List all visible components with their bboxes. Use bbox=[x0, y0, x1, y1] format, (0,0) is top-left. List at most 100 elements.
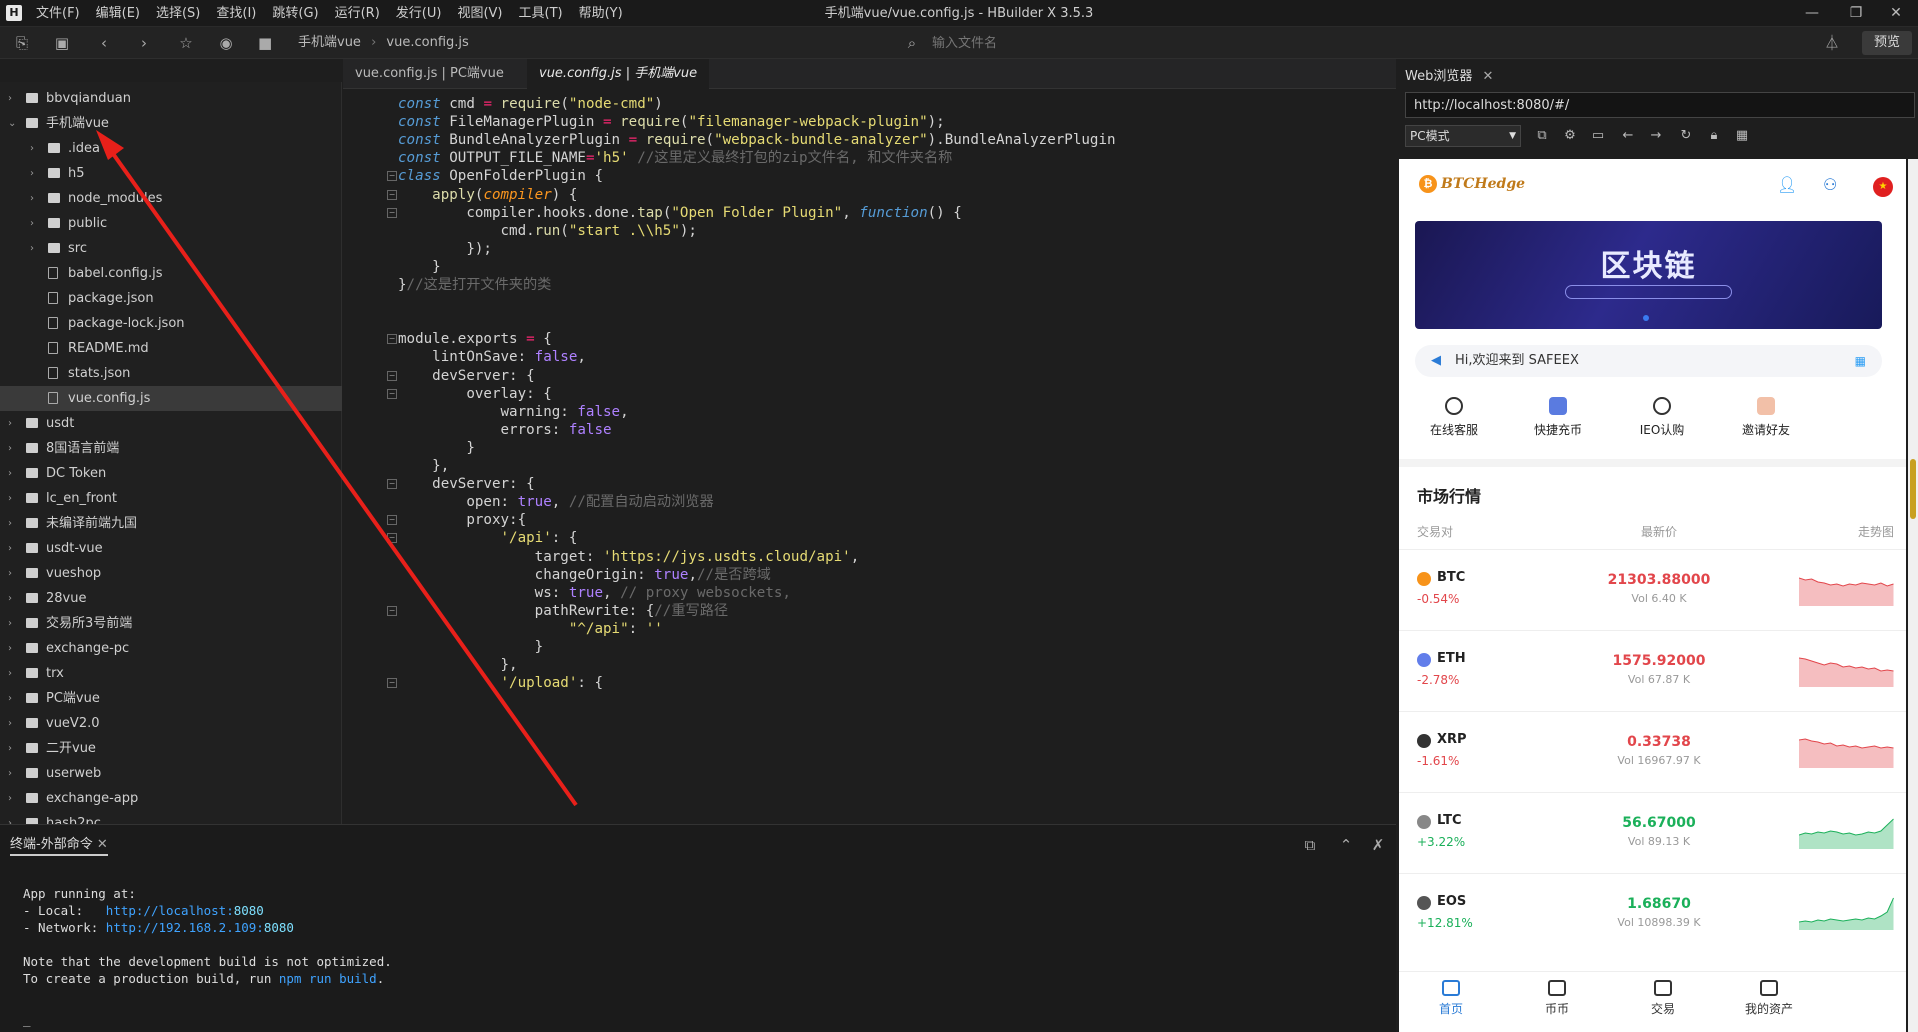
network-url-link[interactable]: http://192.168.2.109:8080 bbox=[106, 920, 294, 935]
user-icon[interactable]: 👤︎ bbox=[1777, 175, 1797, 195]
chevron-right-icon[interactable]: › bbox=[8, 761, 18, 786]
tree-item[interactable]: › 交易所3号前端 bbox=[0, 611, 342, 636]
chevron-right-icon[interactable]: › bbox=[8, 461, 18, 486]
chevron-down-icon[interactable]: ⌄ bbox=[8, 111, 18, 136]
tree-item[interactable]: babel.config.js bbox=[0, 261, 342, 286]
account-icon[interactable]: ⚇ bbox=[1823, 175, 1843, 195]
code-line[interactable]: '/upload': { bbox=[398, 674, 604, 692]
code-line[interactable]: ws: true, // proxy websockets, bbox=[398, 584, 791, 602]
forward-arrow-icon[interactable]: → bbox=[1647, 127, 1665, 145]
code-line[interactable]: } bbox=[398, 439, 475, 457]
new-file-icon[interactable]: ⎘ bbox=[12, 33, 32, 53]
market-row[interactable]: EOS +12.81% 1.68670 Vol 10898.39 K bbox=[1399, 873, 1906, 954]
menu-goto[interactable]: 跳转(G) bbox=[264, 0, 326, 27]
code-line[interactable]: "^/api": '' bbox=[398, 620, 663, 638]
back-arrow-icon[interactable]: ← bbox=[1619, 127, 1637, 145]
grid-icon[interactable]: ▦ bbox=[1855, 345, 1866, 377]
code-line[interactable]: const BundleAnalyzerPlugin = require("we… bbox=[398, 131, 1116, 149]
browser-tab[interactable]: Web浏览器 ✕ bbox=[1405, 65, 1493, 84]
fold-icon[interactable]: − bbox=[387, 171, 397, 182]
tree-item[interactable]: › exchange-pc bbox=[0, 636, 342, 661]
star-icon[interactable]: ☆ bbox=[176, 33, 196, 53]
breadcrumb-file[interactable]: vue.config.js bbox=[386, 35, 468, 50]
code-line[interactable]: apply(compiler) { bbox=[398, 186, 577, 204]
nav-trade[interactable]: 交易 bbox=[1613, 980, 1713, 1017]
settings-icon[interactable]: ⚙ bbox=[1561, 127, 1579, 145]
chevron-right-icon[interactable]: › bbox=[30, 136, 40, 161]
chevron-right-icon[interactable]: › bbox=[8, 636, 18, 661]
tree-item[interactable]: › 8国语言前端 bbox=[0, 436, 342, 461]
close-terminal-icon[interactable]: ✕ bbox=[97, 837, 108, 852]
market-row[interactable]: ETH -2.78% 1575.92000 Vol 67.87 K bbox=[1399, 630, 1906, 711]
chevron-right-icon[interactable]: › bbox=[30, 211, 40, 236]
tree-item[interactable]: › h5 bbox=[0, 161, 342, 186]
code-line[interactable]: class OpenFolderPlugin { bbox=[398, 167, 603, 185]
code-line[interactable]: devServer: { bbox=[398, 475, 535, 493]
preview-scrollbar-thumb[interactable] bbox=[1910, 459, 1916, 519]
preview-scrollbar-track[interactable] bbox=[1908, 159, 1918, 1032]
tree-item[interactable]: › 二开vue bbox=[0, 736, 342, 761]
tree-item[interactable]: › usdt bbox=[0, 411, 342, 436]
code-line[interactable]: devServer: { bbox=[398, 367, 535, 385]
menu-help[interactable]: 帮助(Y) bbox=[571, 0, 631, 27]
chevron-right-icon[interactable]: › bbox=[30, 236, 40, 261]
market-row[interactable]: LTC +3.22% 56.67000 Vol 89.13 K bbox=[1399, 792, 1906, 873]
code-line[interactable]: '/api': { bbox=[398, 529, 578, 547]
menu-run[interactable]: 运行(R) bbox=[327, 0, 388, 27]
code-line[interactable]: open: true, //配置自动启动浏览器 bbox=[398, 493, 713, 511]
code-line[interactable]: target: 'https://jys.usdts.cloud/api', bbox=[398, 548, 860, 566]
file-search-input[interactable] bbox=[900, 31, 1600, 55]
mode-select[interactable]: PC模式 ▼ bbox=[1405, 125, 1521, 147]
clear-terminal-icon[interactable]: ✗ bbox=[1368, 835, 1388, 855]
fold-icon[interactable]: − bbox=[387, 479, 397, 490]
tree-item[interactable]: › lc_en_front bbox=[0, 486, 342, 511]
chevron-right-icon[interactable]: › bbox=[8, 686, 18, 711]
shortcut-invite[interactable]: 邀请好友 bbox=[1711, 397, 1821, 438]
qrcode-icon[interactable]: ▦ bbox=[1733, 127, 1751, 145]
open-external-icon[interactable]: ⧉ bbox=[1300, 835, 1320, 855]
tree-item[interactable]: › src bbox=[0, 236, 342, 261]
chevron-right-icon[interactable]: › bbox=[8, 786, 18, 811]
code-line[interactable]: lintOnSave: false, bbox=[398, 348, 586, 366]
chevron-right-icon[interactable]: › bbox=[8, 711, 18, 736]
banner-carousel[interactable]: 区块链 bbox=[1415, 221, 1882, 329]
code-line[interactable]: }//这是打开文件夹的类 bbox=[398, 276, 551, 294]
code-line[interactable]: const OUTPUT_FILE_NAME='h5' //这里定义最终打包的z… bbox=[398, 149, 952, 167]
tree-item[interactable]: › exchange-app bbox=[0, 786, 342, 811]
tree-item[interactable]: › bbvqianduan bbox=[0, 86, 342, 111]
code-line[interactable]: cmd.run("start .\\h5"); bbox=[398, 222, 697, 240]
fold-icon[interactable]: − bbox=[387, 207, 397, 218]
code-line[interactable]: } bbox=[398, 258, 441, 276]
code-line[interactable]: changeOrigin: true,//是否跨域 bbox=[398, 566, 771, 584]
code-line[interactable]: }, bbox=[398, 457, 449, 475]
chevron-right-icon[interactable]: › bbox=[8, 586, 18, 611]
code-line[interactable]: module.exports = { bbox=[398, 330, 552, 348]
chevron-right-icon[interactable]: › bbox=[8, 86, 18, 111]
menu-find[interactable]: 查找(I) bbox=[208, 0, 264, 27]
forward-icon[interactable]: › bbox=[134, 33, 154, 53]
local-url-link[interactable]: http://localhost:8080 bbox=[106, 903, 264, 918]
fold-icon[interactable]: − bbox=[387, 533, 397, 544]
tree-item[interactable]: package-lock.json bbox=[0, 311, 342, 336]
tree-item[interactable]: › DC Token bbox=[0, 461, 342, 486]
code-line[interactable]: } bbox=[398, 638, 544, 656]
market-row[interactable]: XRP -1.61% 0.33738 Vol 16967.97 K bbox=[1399, 711, 1906, 792]
tab-mobile-vue-config[interactable]: vue.config.js | 手机端vue bbox=[527, 59, 710, 89]
maximize-button[interactable]: ❐ bbox=[1834, 0, 1878, 27]
fold-icon[interactable]: − bbox=[387, 605, 397, 616]
notice-bar[interactable]: ◀ Hi,欢迎来到 SAFEEX ▦ bbox=[1415, 345, 1882, 377]
close-window-button[interactable]: ✕ bbox=[1874, 0, 1918, 27]
fold-icon[interactable]: − bbox=[387, 334, 397, 345]
terminal-prompt[interactable]: _ bbox=[23, 1011, 31, 1028]
back-icon[interactable]: ‹ bbox=[94, 33, 114, 53]
chevron-right-icon[interactable]: › bbox=[8, 411, 18, 436]
chevron-right-icon[interactable]: › bbox=[8, 486, 18, 511]
shortcut-support[interactable]: 在线客服 bbox=[1399, 397, 1509, 438]
fold-icon[interactable]: − bbox=[387, 388, 397, 399]
fold-icon[interactable]: − bbox=[387, 189, 397, 200]
chevron-right-icon[interactable]: › bbox=[8, 736, 18, 761]
tree-item[interactable]: › usdt-vue bbox=[0, 536, 342, 561]
menu-select[interactable]: 选择(S) bbox=[148, 0, 208, 27]
url-input[interactable] bbox=[1405, 92, 1915, 118]
menu-publish[interactable]: 发行(U) bbox=[388, 0, 450, 27]
